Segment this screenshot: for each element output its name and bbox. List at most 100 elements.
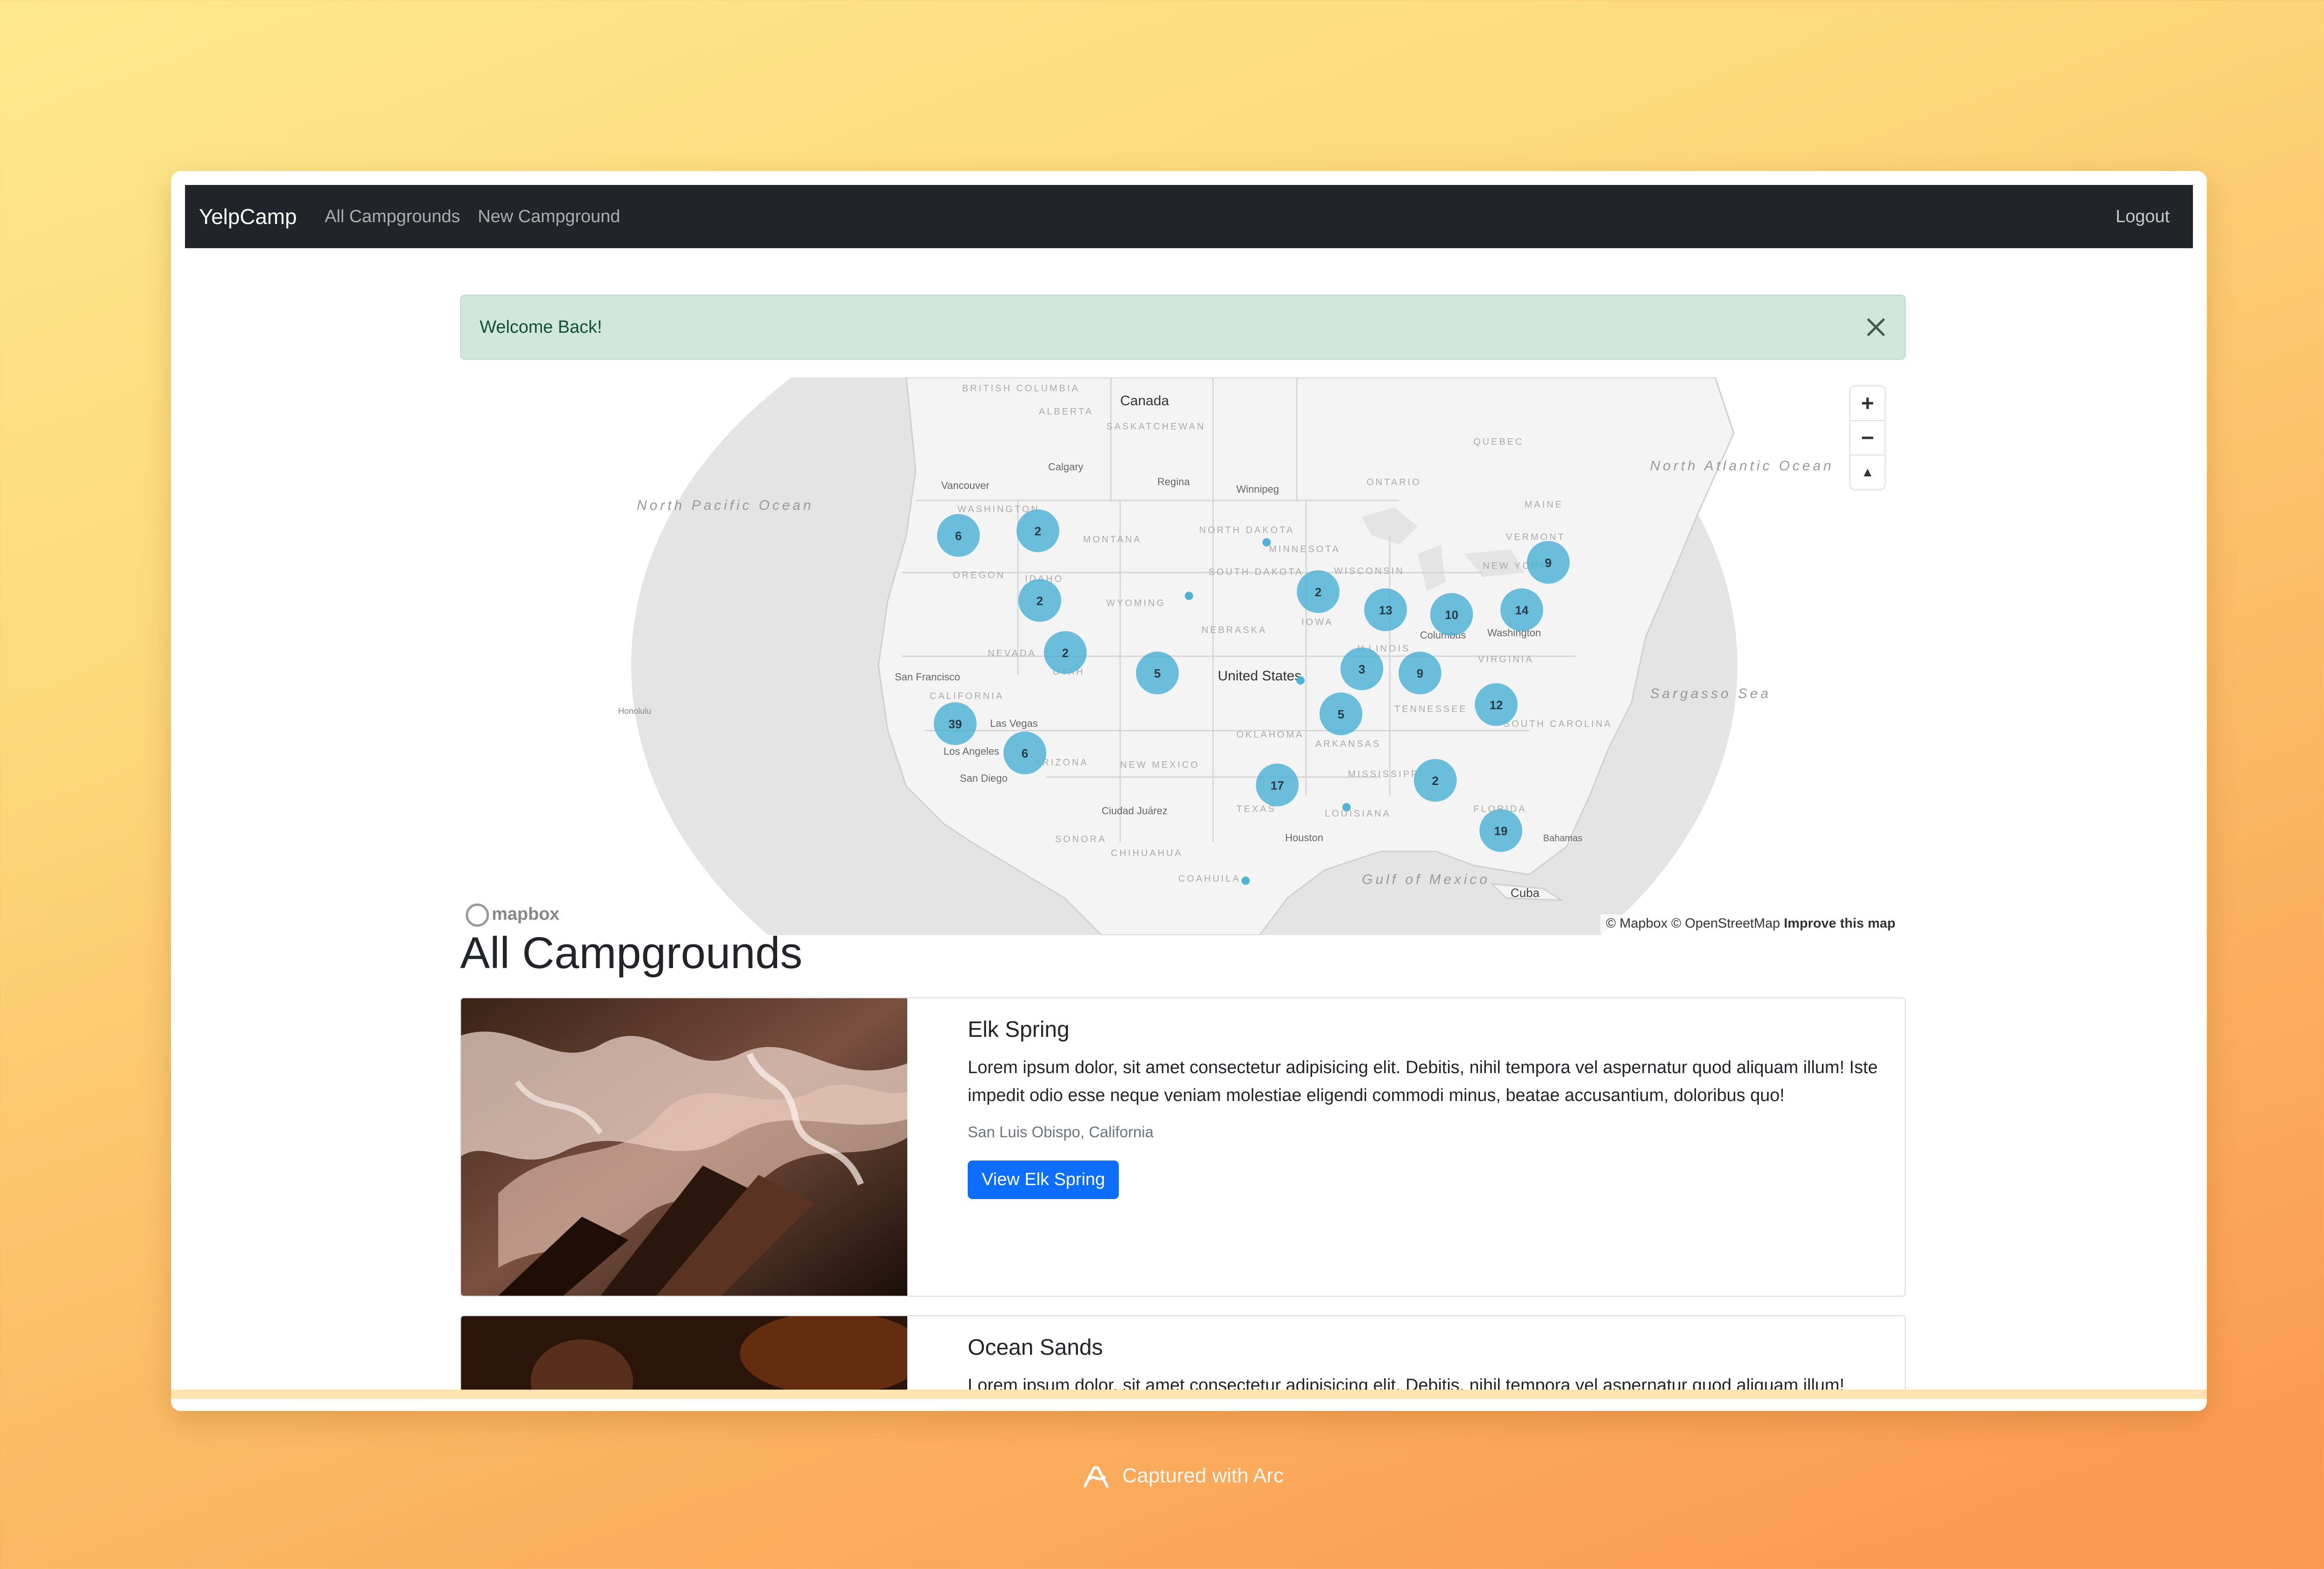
state-label: TEXAS [1236,804,1276,814]
nav-new-campground[interactable]: New Campground [478,207,620,227]
brand-link[interactable]: YelpCamp [199,204,297,229]
campground-point[interactable] [1241,877,1250,885]
cluster-count: 14 [1515,603,1529,617]
cluster-count: 13 [1379,603,1393,617]
state-label: MAINE [1525,500,1563,510]
state-label: SONORA [1055,834,1107,844]
state-label: CHIHUAHUA [1111,848,1183,858]
campground-point[interactable] [1296,676,1305,685]
footer-text: Captured with Arc [1122,1464,1284,1487]
state-label: ONTARIO [1367,477,1421,488]
state-label: SOUTH DAKOTA [1208,567,1303,577]
improve-map-link[interactable]: Improve this map [1784,916,1895,931]
ocean-label: North Atlantic Ocean [1650,458,1834,474]
cluster-count: 10 [1445,608,1459,622]
place-label: Winnipeg [1236,483,1279,495]
map-canvas: Canada United States Vancouver Calgary R… [618,377,1834,935]
page-title: All Campgrounds [460,928,803,978]
campground-title: Ocean Sands [968,1335,1103,1360]
cluster-count: 2 [1432,774,1439,788]
nav-all-campgrounds[interactable]: All Campgrounds [325,207,460,227]
state-label: NEBRASKA [1202,625,1267,635]
place-label: Bahamas [1543,833,1583,844]
map-attribution: © Mapbox © OpenStreetMap Improve this ma… [1600,914,1901,933]
state-label: WYOMING [1106,598,1166,608]
state-label: OKLAHOMA [1236,730,1304,740]
state-label: SOUTH CAROLINA [1504,719,1612,729]
state-label: ARKANSAS [1315,739,1381,749]
campground-point[interactable] [1262,538,1271,547]
campground-image [461,998,907,1296]
cluster-count: 6 [955,529,962,543]
attribution-text[interactable]: © Mapbox © OpenStreetMap [1606,916,1780,931]
state-label: OREGON [953,570,1005,580]
campground-description: Lorem ipsum dolor, sit amet consectetur … [968,1058,1878,1105]
zoom-in-button[interactable]: + [1851,387,1884,421]
cluster-count: 9 [1545,556,1552,570]
cluster-count: 2 [1315,585,1321,599]
campground-point[interactable] [1342,803,1351,811]
card-body: Ocean Sands Lorem ipsum dolor, sit amet … [968,1335,1886,1391]
card-body: Elk Spring Lorem ipsum dolor, sit amet c… [968,1017,1886,1199]
arc-logo-icon [1083,1466,1109,1488]
window-bottom-edge [171,1390,2207,1399]
state-label: IOWA [1301,617,1334,627]
flash-alert: Welcome Back! [460,295,1906,360]
mapbox-logo[interactable]: mapbox [466,903,560,927]
campground-card: Elk Spring Lorem ipsum dolor, sit amet c… [460,997,1906,1297]
state-label: ALBERTA [1039,407,1093,417]
fire-photo [461,998,907,1296]
place-label: Cuba [1511,886,1540,900]
cluster-count: 2 [1037,594,1043,608]
place-label: Canada [1120,393,1169,409]
compass-icon[interactable]: ▲ [1851,455,1884,489]
view-campground-button[interactable]: View Elk Spring [968,1160,1119,1199]
place-label: Honolulu [618,706,651,716]
place-label: San Francisco [895,671,960,683]
place-label: Los Angeles [944,745,999,757]
navbar: YelpCamp All Campgrounds New Campground … [185,185,2193,248]
cluster-count: 6 [1022,746,1028,760]
cluster-map[interactable]: Canada United States Vancouver Calgary R… [460,377,1906,935]
cluster-count: 9 [1417,666,1423,680]
mapbox-logo-icon [466,903,489,927]
campground-image [461,1316,907,1391]
campground-point[interactable] [1185,592,1193,600]
place-label: Regina [1157,476,1190,488]
state-label: VERMONT [1506,532,1565,542]
cluster-count: 2 [1062,646,1069,660]
place-label: Ciudad Juárez [1102,805,1168,817]
state-label: NORTH DAKOTA [1199,525,1294,535]
state-label: LOUISIANA [1325,809,1391,819]
mapbox-logo-text: mapbox [492,904,560,924]
ocean-label: North Pacific Ocean [637,498,814,513]
place-label: Houston [1285,832,1323,844]
state-label: MONTANA [1083,534,1142,545]
logout-link[interactable]: Logout [2116,207,2170,227]
state-label: BRITISH COLUMBIA [962,383,1080,394]
state-label: VIRGINIA [1478,654,1534,665]
close-icon[interactable] [1866,317,1886,337]
place-label: San Diego [960,772,1008,784]
campfire-photo [461,1316,907,1391]
place-label: Calgary [1048,461,1083,473]
state-label: TENNESSEE [1394,704,1467,714]
cluster-count: 2 [1035,524,1041,538]
ocean-label: Sargasso Sea [1650,686,1771,701]
cluster-count: 3 [1359,662,1365,676]
arc-capture-footer: Captured with Arc [0,1464,2324,1490]
cluster-count: 12 [1490,698,1503,712]
zoom-out-button[interactable]: − [1851,421,1884,455]
state-label: CALIFORNIA [930,691,1004,701]
campground-card: Ocean Sands Lorem ipsum dolor, sit amet … [460,1315,1906,1391]
state-label: NEW MEXICO [1120,760,1200,770]
cluster-count: 39 [949,717,962,731]
state-label: COAHUILA [1178,874,1241,884]
state-label: QUEBEC [1473,437,1524,447]
state-label: NEVADA [988,648,1037,659]
campground-title: Elk Spring [968,1017,1070,1042]
campground-location: San Luis Obispo, California [968,1123,1154,1140]
cluster-count: 5 [1338,707,1344,721]
cluster-count: 19 [1494,824,1508,838]
state-label: SASKATCHEWAN [1106,422,1206,432]
